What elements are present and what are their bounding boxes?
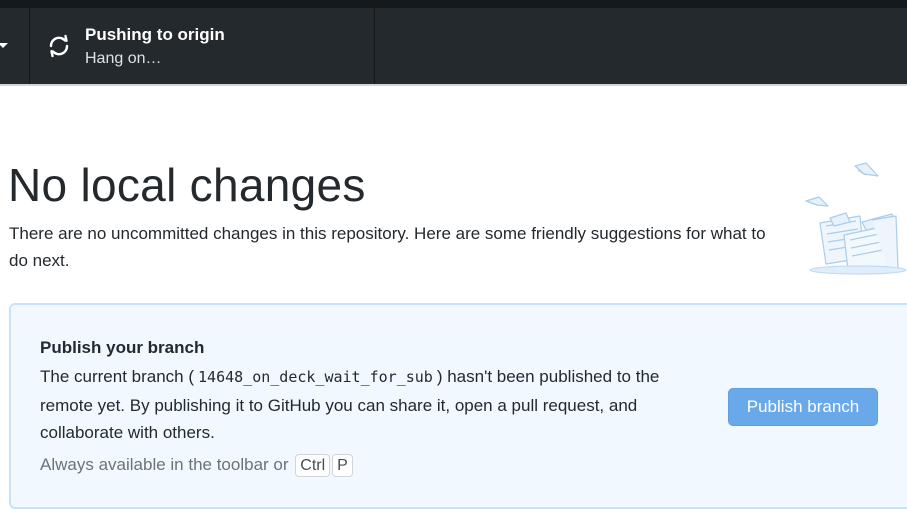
publish-branch-card: Publish your branch The current branch (… [9, 303, 907, 509]
toolbar-divider [0, 84, 907, 86]
toolbar-hint: Always available in the toolbar or Ctrl P [40, 454, 353, 477]
shortcut-key-p: P [332, 454, 353, 477]
shortcut-key-ctrl: Ctrl [295, 454, 331, 477]
card-text-before: The current branch ( [40, 367, 195, 386]
page-description: There are no uncommitted changes in this… [9, 224, 766, 270]
sync-icon [49, 34, 69, 58]
card-title: Publish your branch [40, 338, 205, 357]
toolbar: Pushing to origin Hang on… [0, 0, 907, 85]
branch-name: 14648_on_deck_wait_for_sub [198, 368, 433, 386]
toolbar-dropdown[interactable] [0, 8, 30, 85]
push-title: Pushing to origin [85, 25, 225, 44]
push-subtitle: Hang on… [85, 50, 162, 67]
empty-state-illustration [805, 162, 907, 275]
push-button[interactable]: Pushing to origin Hang on… [31, 8, 375, 85]
hint-text: Always available in the toolbar or [40, 455, 289, 474]
page-title: No local changes [8, 159, 366, 211]
card-description: The current branch (14648_on_deck_wait_f… [40, 363, 700, 447]
publish-branch-button[interactable]: Publish branch [728, 388, 878, 426]
caret-down-icon [0, 43, 8, 48]
